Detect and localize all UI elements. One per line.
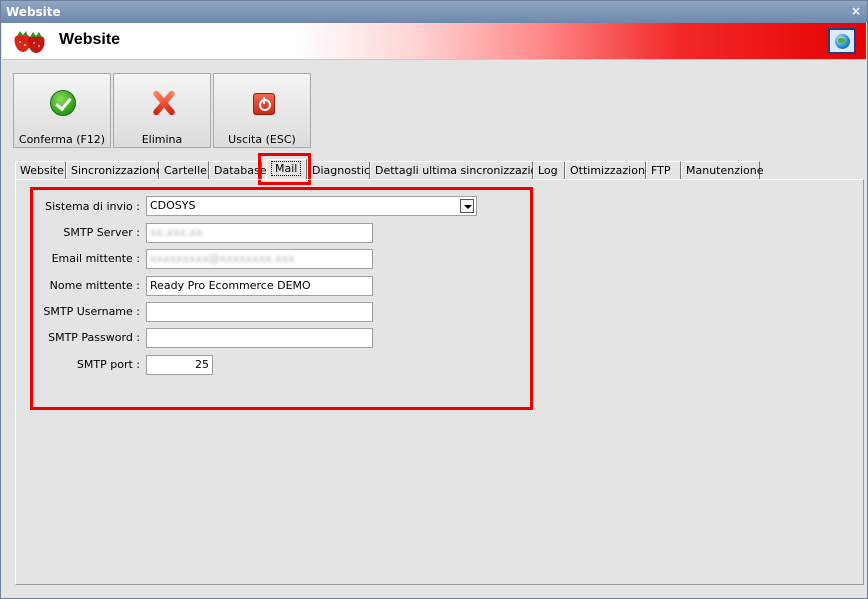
nome-mittente-value: Ready Pro Ecommerce DEMO	[150, 279, 311, 292]
globe-button[interactable]	[828, 28, 856, 54]
tab-dettagli-ultima-sincronizzazione[interactable]: Dettagli ultima sincronizzazione	[370, 161, 551, 180]
header-banner: Website	[2, 23, 866, 60]
close-icon[interactable]: ×	[851, 4, 861, 18]
delete-x-icon	[150, 90, 176, 116]
email-mittente-field[interactable]: xxxxxxxxx@xxxxxxxx.xxx	[146, 249, 373, 269]
smtp-password-label: SMTP Password :	[48, 331, 140, 344]
confirm-button[interactable]: Conferma (F12)	[13, 73, 111, 148]
email-mittente-value: xxxxxxxxx@xxxxxxxx.xxx	[150, 252, 295, 265]
sistema-invio-value: CDOSYS	[150, 199, 196, 212]
delete-button[interactable]: Elimina	[113, 73, 211, 148]
mail-form-highlight	[30, 187, 533, 410]
tab-ottimizzazione[interactable]: Ottimizzazione	[565, 161, 652, 180]
check-icon	[50, 90, 76, 116]
delete-button-label: Elimina	[141, 133, 183, 146]
smtp-port-value: 25	[195, 358, 209, 371]
tab-website[interactable]: Website	[15, 161, 66, 180]
sistema-invio-select[interactable]: CDOSYS	[146, 196, 477, 216]
smtp-server-value: xx.xxx.xx	[150, 226, 203, 239]
tab-log[interactable]: Log	[533, 161, 565, 180]
window-title: Website	[6, 5, 61, 19]
chevron-down-icon[interactable]	[460, 199, 474, 213]
nome-mittente-field[interactable]: Ready Pro Ecommerce DEMO	[146, 276, 373, 296]
nome-mittente-label: Nome mittente :	[49, 279, 140, 292]
tab-cartelle[interactable]: Cartelle	[159, 161, 209, 180]
tab-manutenzione[interactable]: Manutenzione	[681, 161, 764, 180]
exit-button-label: Uscita (ESC)	[228, 133, 296, 146]
header-title: Website	[59, 31, 121, 48]
strawberry-logo	[14, 31, 45, 53]
tab-sincronizzazione[interactable]: Sincronizzazione	[66, 161, 163, 180]
smtp-username-label: SMTP Username :	[43, 305, 140, 318]
tab-ftp[interactable]: FTP	[646, 161, 681, 180]
tab-diagnostica[interactable]: Diagnostica	[307, 161, 377, 180]
tab-database[interactable]: Database	[209, 161, 267, 180]
smtp-password-field[interactable]	[146, 328, 373, 348]
exit-button[interactable]: Uscita (ESC)	[213, 73, 311, 148]
sistema-invio-label: Sistema di invio :	[45, 200, 140, 213]
power-exit-icon	[253, 93, 275, 115]
globe-icon	[835, 34, 850, 49]
smtp-server-field[interactable]: xx.xxx.xx	[146, 223, 373, 243]
smtp-username-field[interactable]	[146, 302, 373, 322]
window: Website × Website Conferma (F12) Elimina…	[0, 0, 868, 599]
smtp-port-label: SMTP port :	[76, 358, 140, 371]
smtp-port-field[interactable]: 25	[146, 355, 213, 375]
title-bar: Website ×	[1, 1, 867, 23]
email-mittente-label: Email mittente :	[51, 252, 140, 265]
confirm-button-label: Conferma (F12)	[18, 133, 106, 146]
smtp-server-label: SMTP Server :	[63, 226, 140, 239]
